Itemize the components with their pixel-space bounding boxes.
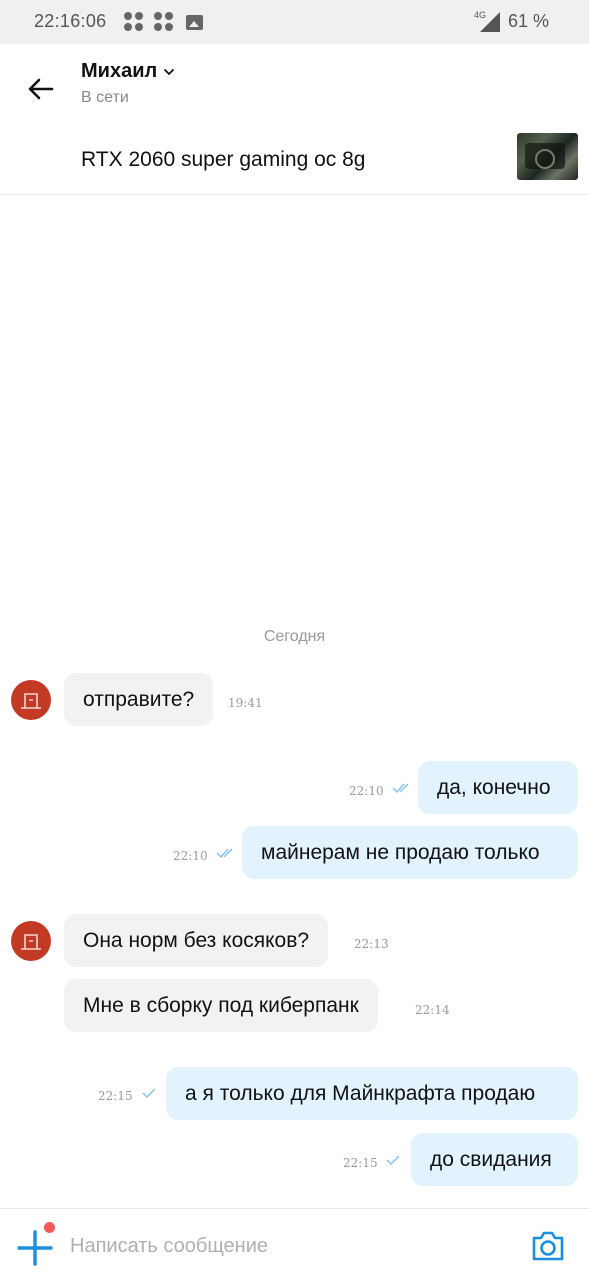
double-check-icon [216, 848, 233, 859]
contact-name: Михаил [81, 60, 158, 82]
status-bar: 22:16:06 4G 61 % [0, 0, 589, 44]
status-notification-icons [124, 12, 203, 32]
battery-level: 61 % [507, 11, 549, 31]
chevron-down-icon [164, 68, 175, 75]
message-time: 22:15 [343, 1156, 378, 1170]
plus-icon[interactable] [16, 1229, 54, 1267]
message-bubble-outgoing[interactable]: да, конечно [418, 761, 578, 814]
date-separator: Сегодня [263, 628, 326, 645]
back-arrow-icon[interactable] [26, 74, 56, 104]
network-type: 4G [473, 9, 486, 20]
status-right: 4G 61 % [474, 10, 549, 32]
message-bubble-outgoing[interactable]: майнерам не продаю только [242, 826, 578, 879]
message-bubble-incoming[interactable]: отправите? [64, 673, 214, 726]
listing-thumbnail[interactable] [517, 133, 578, 180]
contact-avatar[interactable] [11, 921, 51, 961]
image-icon [186, 14, 203, 30]
contact-name-dropdown[interactable]: Михаил [81, 60, 175, 83]
contact-avatar[interactable] [11, 680, 51, 720]
message-bubble-outgoing[interactable]: а я только для Майнкрафта продаю [166, 1067, 578, 1120]
message-composer [0, 1208, 589, 1281]
message-time: 22:10 [173, 849, 208, 863]
notification-dots-icon [124, 12, 144, 32]
message-bubble-incoming[interactable]: Мне в сборку под киберпанк [64, 979, 378, 1032]
camera-icon[interactable] [530, 1229, 566, 1263]
check-icon [386, 1155, 400, 1165]
message-bubble-outgoing[interactable]: до свидания [411, 1133, 578, 1186]
message-input[interactable] [70, 1229, 510, 1263]
notification-dots-icon [154, 12, 174, 32]
message-bubble-incoming[interactable]: Она норм без косяков? [64, 914, 329, 967]
contact-status: В сети [81, 89, 129, 106]
status-time: 22:16:06 [34, 11, 107, 31]
notification-dot [44, 1222, 55, 1233]
message-time: 22:15 [98, 1089, 133, 1103]
chat-header: Михаил В сети RTX 2060 super gaming oc 8… [0, 44, 589, 195]
message-time: 19:41 [228, 696, 263, 710]
message-time: 22:13 [354, 937, 389, 951]
signal-icon: 4G [474, 10, 500, 32]
check-icon [142, 1088, 156, 1098]
double-check-icon [392, 783, 409, 794]
message-time: 22:10 [349, 784, 384, 798]
listing-title[interactable]: RTX 2060 super gaming oc 8g [81, 148, 365, 172]
message-time: 22:14 [415, 1003, 450, 1017]
